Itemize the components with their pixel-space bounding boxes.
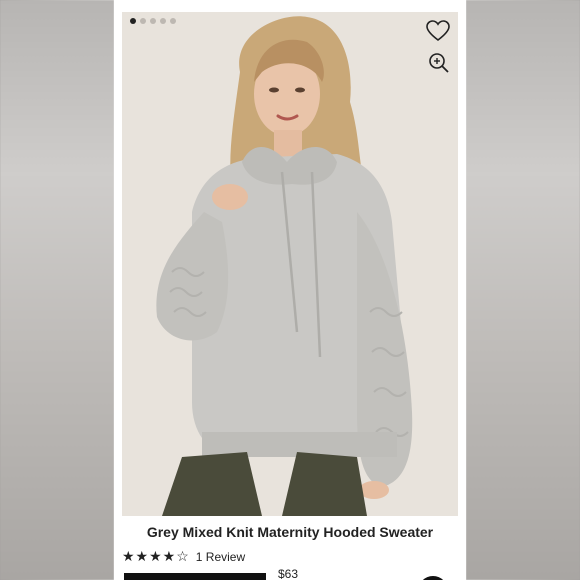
pagination-dot[interactable]: [150, 18, 156, 24]
pagination-dot[interactable]: [170, 18, 176, 24]
zoom-button[interactable]: [428, 52, 450, 74]
product-title: Grey Mixed Knit Maternity Hooded Sweater: [146, 524, 434, 540]
background-blur-left: [0, 0, 114, 580]
pagination-dot-active[interactable]: [130, 18, 136, 24]
rating-row: ★★★★☆ 1 Review: [122, 548, 245, 565]
gallery-pagination: [130, 18, 176, 24]
model-photo-illustration: [122, 12, 458, 516]
review-count-link[interactable]: 1 Review: [196, 550, 245, 564]
heart-icon: [426, 20, 450, 42]
zoom-in-icon: [429, 53, 449, 73]
product-image[interactable]: [122, 12, 458, 516]
chat-button[interactable]: [418, 576, 448, 580]
product-price: $63: [278, 567, 299, 580]
background-blur-right: [466, 0, 580, 580]
product-screen: Grey Mixed Knit Maternity Hooded Sweater…: [114, 0, 466, 580]
star-rating[interactable]: ★★★★☆: [122, 548, 190, 565]
pagination-dot[interactable]: [160, 18, 166, 24]
favorite-button[interactable]: [426, 20, 450, 42]
pagination-dot[interactable]: [140, 18, 146, 24]
size-selector-bar[interactable]: [124, 573, 266, 580]
